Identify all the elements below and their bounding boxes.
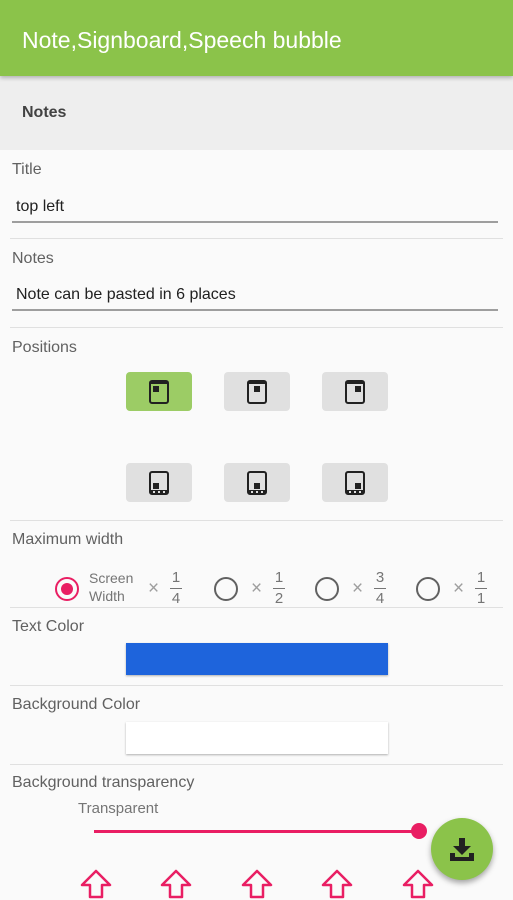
- position-bottom-center-icon: [247, 470, 267, 495]
- fraction-half: 12: [273, 569, 285, 607]
- section-header: Notes: [0, 76, 513, 150]
- max-width-label: Maximum width: [12, 531, 124, 548]
- position-bottom-center-button[interactable]: [224, 463, 290, 502]
- max-width-option-three-quarters[interactable]: × 34: [315, 566, 395, 607]
- position-bottom-right-button[interactable]: [322, 463, 388, 502]
- position-top-center-icon: [247, 379, 267, 404]
- positions-label: Positions: [12, 339, 77, 356]
- download-icon: [450, 838, 474, 861]
- text-color-label: Text Color: [12, 618, 85, 635]
- transparency-slider-track[interactable]: [94, 830, 419, 833]
- times-sign: ×: [148, 578, 160, 599]
- radio-button-full[interactable]: [416, 577, 440, 601]
- app-title: Note,Signboard,Speech bubble: [22, 27, 342, 53]
- notes-label: Notes: [12, 250, 54, 267]
- divider: [10, 327, 503, 328]
- position-top-center-button[interactable]: [224, 372, 290, 411]
- max-width-option-half[interactable]: × 12: [214, 566, 294, 607]
- settings-form: Title top left Notes Note can be pasted …: [0, 150, 513, 900]
- transparency-slider-thumb[interactable]: [411, 823, 427, 839]
- title-input-value: top left: [16, 198, 65, 215]
- title-label: Title: [12, 161, 42, 178]
- position-bottom-right-icon: [345, 470, 365, 495]
- title-input[interactable]: top left: [12, 193, 498, 223]
- arrow-up-icon[interactable]: [159, 868, 193, 900]
- download-button[interactable]: [431, 818, 493, 880]
- divider: [10, 685, 503, 686]
- text-color-swatch[interactable]: [126, 643, 388, 675]
- fraction-full: 11: [475, 569, 487, 607]
- fraction-quarter: 14: [170, 569, 182, 607]
- arrow-up-icon[interactable]: [401, 868, 435, 900]
- fraction-three-quarters: 34: [374, 569, 386, 607]
- max-width-option-quarter[interactable]: Screen Width × 14: [55, 566, 190, 607]
- times-sign: ×: [352, 578, 364, 599]
- notes-input-value: Note can be pasted in 6 places: [16, 286, 236, 303]
- position-bottom-left-icon: [149, 470, 169, 495]
- section-title: Notes: [22, 104, 67, 121]
- divider: [10, 238, 503, 239]
- times-sign: ×: [453, 578, 465, 599]
- times-sign: ×: [251, 578, 263, 599]
- arrow-up-icon[interactable]: [320, 868, 354, 900]
- divider: [10, 764, 503, 765]
- app-bar: Note,Signboard,Speech bubble: [0, 0, 513, 76]
- background-color-swatch[interactable]: [126, 722, 388, 754]
- transparency-label: Background transparency: [12, 774, 195, 791]
- notes-input[interactable]: Note can be pasted in 6 places: [12, 281, 498, 311]
- divider: [10, 607, 503, 608]
- transparency-value-label: Transparent: [78, 800, 159, 817]
- radio-button-three-quarters[interactable]: [315, 577, 339, 601]
- radio-button-quarter[interactable]: [55, 577, 79, 601]
- position-bottom-left-button[interactable]: [126, 463, 192, 502]
- position-top-left-icon: [149, 379, 169, 404]
- position-top-right-icon: [345, 379, 365, 404]
- max-width-option-full[interactable]: × 11: [416, 566, 496, 607]
- radio-button-half[interactable]: [214, 577, 238, 601]
- background-color-label: Background Color: [12, 696, 141, 713]
- screen-width-label: Screen Width: [89, 570, 134, 604]
- divider: [10, 520, 503, 521]
- arrow-up-icon[interactable]: [79, 868, 113, 900]
- position-top-right-button[interactable]: [322, 372, 388, 411]
- arrow-up-icon[interactable]: [240, 868, 274, 900]
- position-top-left-button[interactable]: [126, 372, 192, 411]
